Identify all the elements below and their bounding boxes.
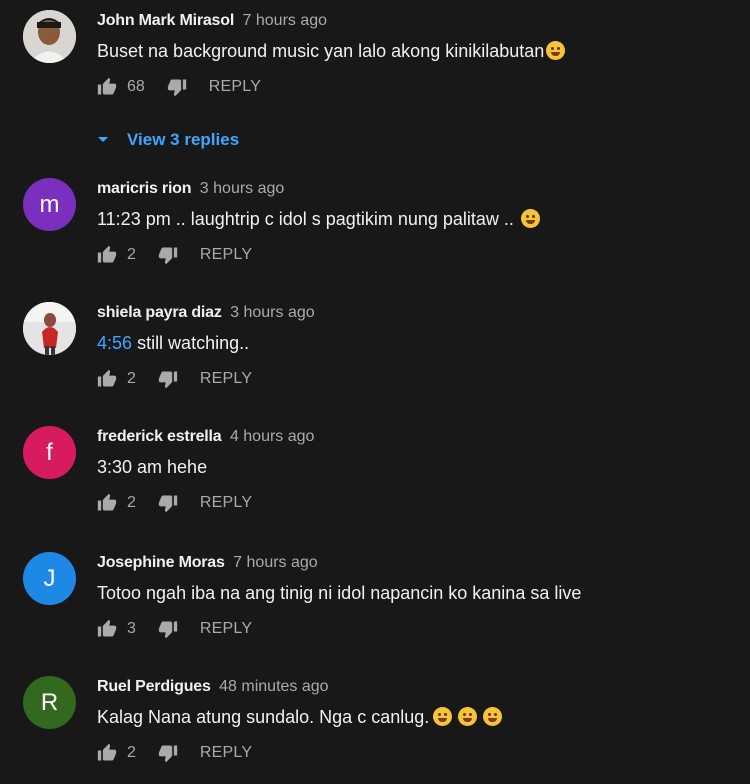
comment-text: Kalag Nana atung sundalo. Nga c canlug. — [97, 706, 740, 728]
comment-text: 3:30 am hehe — [97, 456, 740, 478]
comment-header: Ruel Perdigues 48 minutes ago — [97, 676, 740, 698]
comment-text: Buset na background music yan lalo akong… — [97, 40, 740, 62]
rolling-laughing-emoji-icon — [433, 707, 453, 726]
comment-time[interactable]: 3 hours ago — [230, 304, 315, 321]
caret-down-icon — [98, 137, 108, 142]
comment-header: maricris rion 3 hours ago — [97, 178, 740, 200]
comment-text-content: Kalag Nana atung sundalo. Nga c canlug. — [97, 707, 430, 727]
comment-text: 4:56 still watching.. — [97, 332, 740, 354]
author-name[interactable]: shiela payra diaz — [97, 304, 222, 321]
thumbs-down-icon[interactable] — [167, 77, 187, 97]
avatar[interactable]: R — [23, 676, 76, 729]
like-count: 2 — [127, 370, 136, 387]
comment-time[interactable]: 48 minutes ago — [219, 678, 328, 695]
laughing-tears-emoji-icon — [546, 41, 566, 60]
comment-actions: 2 REPLY — [97, 740, 740, 766]
comment-time[interactable]: 7 hours ago — [243, 12, 328, 29]
comment-actions: 68 REPLY — [97, 74, 740, 100]
thumbs-down-icon[interactable] — [158, 245, 178, 265]
reply-button[interactable]: REPLY — [200, 620, 252, 638]
comments-list: John Mark Mirasol 7 hours ago Buset na b… — [0, 0, 750, 784]
author-name[interactable]: Ruel Perdigues — [97, 678, 211, 695]
like-count: 3 — [127, 620, 136, 637]
reply-button[interactable]: REPLY — [200, 744, 252, 762]
comment-actions: 2 REPLY — [97, 242, 740, 268]
reply-button[interactable]: REPLY — [200, 370, 252, 388]
author-name[interactable]: frederick estrella — [97, 428, 222, 445]
view-replies-button[interactable]: View 3 replies — [97, 128, 239, 152]
avatar[interactable] — [23, 10, 76, 63]
thumbs-up-icon[interactable] — [97, 743, 117, 763]
comment-header: John Mark Mirasol 7 hours ago — [97, 10, 740, 32]
avatar-photo — [23, 10, 76, 63]
comment-time[interactable]: 4 hours ago — [230, 428, 315, 445]
author-name[interactable]: John Mark Mirasol — [97, 12, 234, 29]
comment-time[interactable]: 7 hours ago — [233, 554, 318, 571]
comment-actions: 3 REPLY — [97, 616, 740, 642]
author-name[interactable]: Josephine Moras — [97, 554, 225, 571]
like-count: 68 — [127, 78, 145, 95]
avatar-photo — [23, 302, 76, 355]
comment-actions: 2 REPLY — [97, 490, 740, 516]
rolling-laughing-emoji-icon — [483, 707, 503, 726]
comment-header: Josephine Moras 7 hours ago — [97, 552, 740, 574]
reply-button[interactable]: REPLY — [209, 78, 261, 96]
thumbs-down-icon[interactable] — [158, 369, 178, 389]
comment-text-content: Buset na background music yan lalo akong… — [97, 41, 545, 61]
comment-header: shiela payra diaz 3 hours ago — [97, 302, 740, 324]
thumbs-up-icon[interactable] — [97, 619, 117, 639]
thumbs-up-icon[interactable] — [97, 77, 117, 97]
avatar[interactable]: f — [23, 426, 76, 479]
avatar-letter: m — [39, 190, 60, 218]
comment-text-content: 3:30 am hehe — [97, 457, 208, 477]
comment-header: frederick estrella 4 hours ago — [97, 426, 740, 448]
comment-text-content: 11:23 pm .. laughtrip c idol s pagtikim … — [97, 209, 514, 229]
like-count: 2 — [127, 494, 136, 511]
avatar-letter: R — [40, 688, 59, 716]
like-count: 2 — [127, 744, 136, 761]
comment-time[interactable]: 3 hours ago — [200, 180, 285, 197]
author-name[interactable]: maricris rion — [97, 180, 192, 197]
avatar[interactable]: J — [23, 552, 76, 605]
thumbs-up-icon[interactable] — [97, 245, 117, 265]
reply-button[interactable]: REPLY — [200, 246, 252, 264]
thumbs-up-icon[interactable] — [97, 369, 117, 389]
grinning-squint-emoji-icon — [520, 209, 540, 228]
avatar[interactable]: m — [23, 178, 76, 231]
thumbs-up-icon[interactable] — [97, 493, 117, 513]
rolling-laughing-emoji-icon — [458, 707, 478, 726]
view-replies-label: View 3 replies — [127, 130, 240, 149]
avatar-letter: f — [46, 438, 53, 466]
like-count: 2 — [127, 246, 136, 263]
comment-text-content: still watching.. — [137, 333, 250, 353]
comment-text: Totoo ngah iba na ang tinig ni idol napa… — [97, 582, 740, 604]
comment-actions: 2 REPLY — [97, 366, 740, 392]
comment-text-content: Totoo ngah iba na ang tinig ni idol napa… — [97, 583, 582, 603]
thumbs-down-icon[interactable] — [158, 743, 178, 763]
thumbs-down-icon[interactable] — [158, 493, 178, 513]
reply-button[interactable]: REPLY — [200, 494, 252, 512]
comment-text: 11:23 pm .. laughtrip c idol s pagtikim … — [97, 208, 740, 230]
video-timestamp-link[interactable]: 4:56 — [97, 333, 132, 353]
avatar-letter: J — [43, 564, 56, 592]
avatar[interactable] — [23, 302, 76, 355]
thumbs-down-icon[interactable] — [158, 619, 178, 639]
